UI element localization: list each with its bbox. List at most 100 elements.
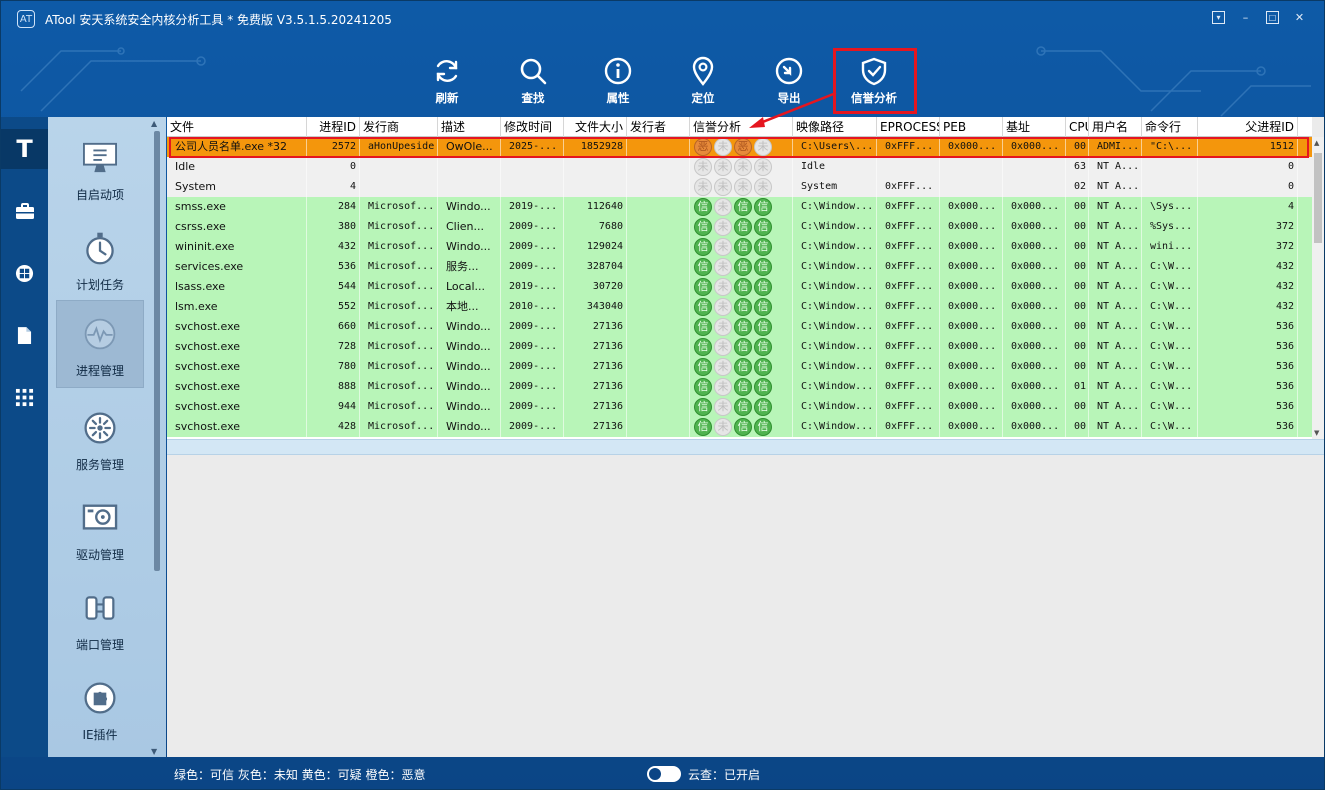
nav-item-driver-manager[interactable]: 驱动管理: [56, 483, 144, 571]
column-header-description[interactable]: 描述: [438, 117, 501, 137]
table-row[interactable]: 公司人员名单.exe *32 2572 aHonUpeside OwOle... 202…: [167, 137, 1312, 157]
scroll-up-icon[interactable]: ▲: [1314, 139, 1319, 147]
cell-image-path: C:\Window...: [793, 237, 877, 257]
cell-pid: 284: [307, 197, 360, 217]
properties-button[interactable]: 属性: [588, 56, 648, 106]
reputation-badges: 信未信信: [690, 417, 792, 437]
cell-pid: 380: [307, 217, 360, 237]
cell-vendor: [360, 177, 438, 197]
cell-base-address: 0x000...: [1003, 297, 1066, 317]
cell-publisher: [627, 237, 690, 257]
column-header-base-address[interactable]: 基址: [1003, 117, 1066, 137]
apps-grid-icon[interactable]: [1, 377, 48, 417]
column-header-image-path[interactable]: 映像路径: [793, 117, 877, 137]
windows-icon[interactable]: [1, 253, 48, 293]
cell-parent-pid: 372: [1198, 237, 1298, 257]
rail-logo[interactable]: T: [1, 129, 48, 169]
cell-description: [438, 157, 501, 177]
nav-scrollbar[interactable]: [154, 131, 160, 571]
scroll-down-icon[interactable]: ▼: [1314, 429, 1319, 437]
toolbox-icon[interactable]: [1, 191, 48, 231]
find-button[interactable]: 查找: [503, 56, 563, 106]
cell-pid: 728: [307, 337, 360, 357]
cell-file: svchost.exe: [167, 417, 307, 437]
nav-item-service-manager[interactable]: 服务管理: [56, 393, 144, 481]
column-header-peb[interactable]: PEB: [940, 117, 1003, 137]
column-header-eprocess[interactable]: EPROCESS: [877, 117, 940, 137]
reputation-trusted-badge: 信: [754, 298, 772, 316]
nav-item-startup[interactable]: 自启动项: [56, 123, 144, 211]
column-header-parent-pid[interactable]: 父进程ID: [1198, 117, 1298, 137]
export-button[interactable]: 导出: [759, 56, 819, 106]
table-row[interactable]: svchost.exe 660 Microsof... Windo... 2009-..…: [167, 317, 1312, 337]
cell-cpu: 00: [1066, 417, 1089, 437]
table-row[interactable]: svchost.exe 780 Microsof... Windo... 2009-..…: [167, 357, 1312, 377]
cloud-query-toggle[interactable]: [647, 766, 681, 782]
column-header-pid[interactable]: 进程ID: [307, 117, 360, 137]
cell-cpu: 00: [1066, 317, 1089, 337]
nav-item-scheduled-tasks[interactable]: 计划任务: [56, 213, 144, 301]
nav-label-driver-manager: 驱动管理: [75, 548, 124, 562]
table-vertical-scrollbar[interactable]: ▲ ▼: [1312, 137, 1324, 439]
cell-image-path: C:\Window...: [793, 197, 877, 217]
locate-button[interactable]: 定位: [673, 56, 733, 106]
column-header-modified-time[interactable]: 修改时间: [501, 117, 564, 137]
cell-eprocess: 0xFFF...: [877, 257, 940, 277]
table-row[interactable]: wininit.exe 432 Microsof... Windo... 2009-..…: [167, 237, 1312, 257]
nav-item-ie-plugins[interactable]: IE插件: [56, 663, 144, 751]
cell-description: Windo...: [438, 317, 501, 337]
nav-scroll-down-icon[interactable]: ▼: [151, 747, 157, 756]
minimize-icon[interactable]: –: [1239, 11, 1252, 24]
nav-item-process-manager[interactable]: 进程管理: [56, 300, 144, 388]
reputation-trusted-badge: 信: [694, 358, 712, 376]
locate-label: 定位: [691, 91, 715, 105]
table-row[interactable]: services.exe 536 Microsof... 服务... 2009-... 3…: [167, 257, 1312, 277]
splitter-bar[interactable]: [167, 439, 1324, 455]
column-header-cpu[interactable]: CPU: [1066, 117, 1089, 137]
export-label: 导出: [777, 91, 801, 105]
column-header-command-line[interactable]: 命令行: [1142, 117, 1198, 137]
reputation-trusted-badge: 信: [754, 338, 772, 356]
column-header-username[interactable]: 用户名: [1089, 117, 1142, 137]
table-row[interactable]: svchost.exe 888 Microsof... Windo... 2009-..…: [167, 377, 1312, 397]
cell-vendor: Microsof...: [360, 217, 438, 237]
cell-peb: [940, 177, 1003, 197]
refresh-icon: [436, 60, 458, 82]
table-row[interactable]: csrss.exe 380 Microsof... Clien... 2009-... 7…: [167, 217, 1312, 237]
menu-icon[interactable]: ▾: [1212, 11, 1225, 24]
table-row[interactable]: lsm.exe 552 Microsof... 本地... 2010-... 343040…: [167, 297, 1312, 317]
refresh-button[interactable]: 刷新: [417, 56, 477, 106]
close-icon[interactable]: ✕: [1293, 11, 1306, 24]
cell-file: svchost.exe: [167, 337, 307, 357]
table-row[interactable]: smss.exe 284 Microsof... Windo... 2019-... 11…: [167, 197, 1312, 217]
cell-peb: 0x000...: [940, 357, 1003, 377]
file-icon[interactable]: [1, 315, 48, 355]
cell-image-path: C:\Window...: [793, 337, 877, 357]
column-header-file[interactable]: 文件: [167, 117, 307, 137]
table-row[interactable]: svchost.exe 428 Microsof... Windo... 2009-..…: [167, 417, 1312, 437]
table-row[interactable]: svchost.exe 944 Microsof... Windo... 2009-..…: [167, 397, 1312, 417]
nav-item-port-manager[interactable]: 端口管理: [56, 573, 144, 661]
toggle-knob: [649, 768, 661, 780]
column-header-file-size[interactable]: 文件大小: [564, 117, 627, 137]
reputation-trusted-badge: 信: [734, 198, 752, 216]
table-row[interactable]: lsass.exe 544 Microsof... Local... 2019-... 3…: [167, 277, 1312, 297]
table-row[interactable]: svchost.exe 728 Microsof... Windo... 2009-..…: [167, 337, 1312, 357]
column-header-reputation[interactable]: 信誉分析: [690, 117, 793, 137]
cell-parent-pid: 1512: [1198, 137, 1298, 157]
cell-vendor: Microsof...: [360, 357, 438, 377]
cell-base-address: 0x000...: [1003, 317, 1066, 337]
port-icon: [80, 588, 120, 628]
cell-image-path: C:\Window...: [793, 357, 877, 377]
cell-peb: 0x000...: [940, 197, 1003, 217]
scroll-thumb[interactable]: [1314, 153, 1322, 243]
maximize-icon[interactable]: □: [1266, 11, 1279, 24]
cell-username: NT A...: [1089, 157, 1142, 177]
table-row[interactable]: System 4 未未未未 System 0xFFF... 02 NT A... 0: [167, 177, 1312, 197]
nav-scroll-up-icon[interactable]: ▲: [151, 119, 157, 128]
column-header-vendor[interactable]: 发行商: [360, 117, 438, 137]
table-row[interactable]: Idle 0 未未未未 Idle 63 NT A... 0: [167, 157, 1312, 177]
cell-vendor: aHonUpeside: [360, 137, 438, 157]
column-header-publisher[interactable]: 发行者: [627, 117, 690, 137]
cell-image-path: C:\Window...: [793, 257, 877, 277]
